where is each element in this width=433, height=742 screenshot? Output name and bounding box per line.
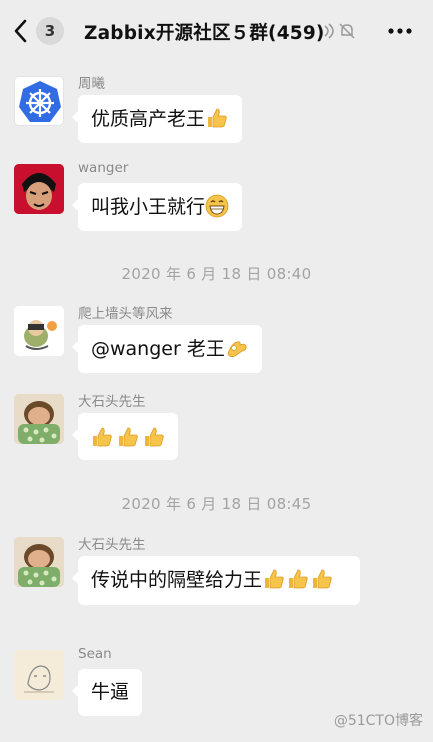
thumbs-up-emoji bbox=[289, 569, 308, 589]
message-text: 传说中的隔壁给力王 bbox=[91, 569, 263, 591]
message-text: 叫我小王就行 bbox=[91, 196, 206, 218]
thumbs-up-emoji bbox=[145, 427, 164, 446]
message-bubble[interactable] bbox=[72, 413, 178, 460]
avatar[interactable] bbox=[14, 76, 64, 126]
sketch-avatar-icon bbox=[14, 650, 64, 700]
thumbs-up-emoji bbox=[119, 427, 138, 446]
grin-emoji bbox=[205, 194, 229, 218]
message-bubble[interactable]: @wanger 老王 bbox=[72, 325, 262, 373]
message-text: 优质高产老王 bbox=[91, 108, 206, 130]
avatar[interactable] bbox=[14, 164, 64, 214]
voice-icon bbox=[324, 23, 334, 39]
sender-name: 大石头先生 bbox=[78, 394, 146, 410]
sender-name: wanger bbox=[78, 160, 129, 176]
avatar[interactable] bbox=[14, 306, 64, 356]
emoji-row bbox=[90, 425, 166, 449]
cartoon-girl-avatar-icon bbox=[14, 537, 64, 587]
thumbs-up-emoji bbox=[208, 108, 227, 128]
watermark: @51CTO博客 bbox=[333, 713, 423, 729]
ok-hand-emoji bbox=[227, 341, 247, 358]
message-bubble[interactable]: 优质高产老王 bbox=[71, 95, 243, 143]
sender-name: 周曦 bbox=[78, 76, 105, 92]
back-chevron-icon bbox=[14, 19, 27, 43]
message-text: 牛逼 bbox=[91, 681, 130, 703]
message-bubble[interactable]: 牛逼 bbox=[71, 669, 143, 716]
cartoon-face-avatar-icon bbox=[14, 164, 64, 214]
timestamp: 2020 年 6 月 18 日 08:45 bbox=[121, 495, 312, 513]
message-bubble[interactable]: 传说中的隔壁给力王 bbox=[72, 556, 360, 605]
thumbs-up-emoji bbox=[265, 569, 284, 589]
message-text: @wanger 老王 bbox=[91, 338, 225, 360]
sender-name: Sean bbox=[78, 646, 112, 662]
chat-header: 3 Zabbix开源社区５群(459) bbox=[0, 0, 433, 62]
avatar[interactable] bbox=[14, 650, 64, 700]
avatar[interactable] bbox=[14, 394, 64, 444]
more-button[interactable] bbox=[385, 16, 415, 46]
sender-name: 爬上墙头等风来 bbox=[78, 306, 173, 322]
avatar[interactable] bbox=[14, 537, 64, 587]
message-bubble[interactable]: 叫我小王就行 bbox=[71, 183, 243, 231]
more-icon bbox=[388, 28, 412, 34]
unread-count-badge: 3 bbox=[36, 17, 64, 45]
cartoon-sneaker-avatar-icon bbox=[14, 306, 64, 356]
chat-title[interactable]: Zabbix开源社区５群(459) bbox=[84, 19, 325, 45]
kubernetes-logo-icon bbox=[19, 81, 61, 122]
back-button[interactable]: 3 bbox=[10, 14, 68, 48]
thumbs-up-emoji bbox=[93, 427, 112, 446]
timestamp: 2020 年 6 月 18 日 08:40 bbox=[121, 265, 312, 283]
thumbs-up-emoji bbox=[313, 569, 332, 589]
mute-bell-icon bbox=[339, 23, 355, 39]
cartoon-girl-avatar-icon bbox=[14, 394, 64, 444]
sender-name: 大石头先生 bbox=[78, 537, 146, 553]
